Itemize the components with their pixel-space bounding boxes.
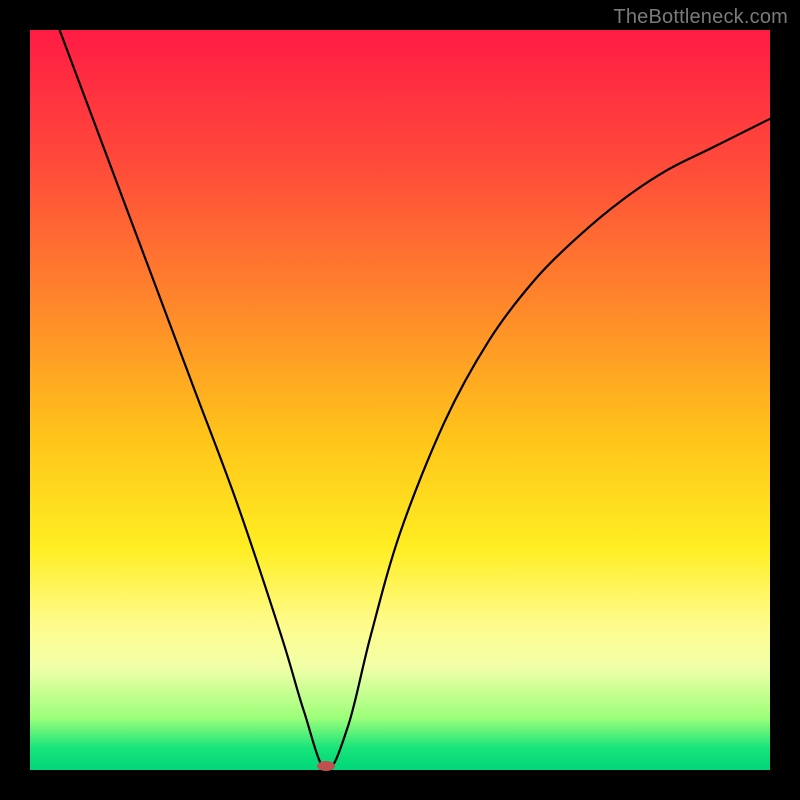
curve-svg — [30, 30, 770, 770]
bottleneck-curve — [60, 30, 770, 770]
plot-area — [30, 30, 770, 770]
watermark-label: TheBottleneck.com — [613, 6, 788, 29]
chart-frame: TheBottleneck.com — [0, 0, 800, 800]
optimum-marker — [317, 761, 335, 771]
